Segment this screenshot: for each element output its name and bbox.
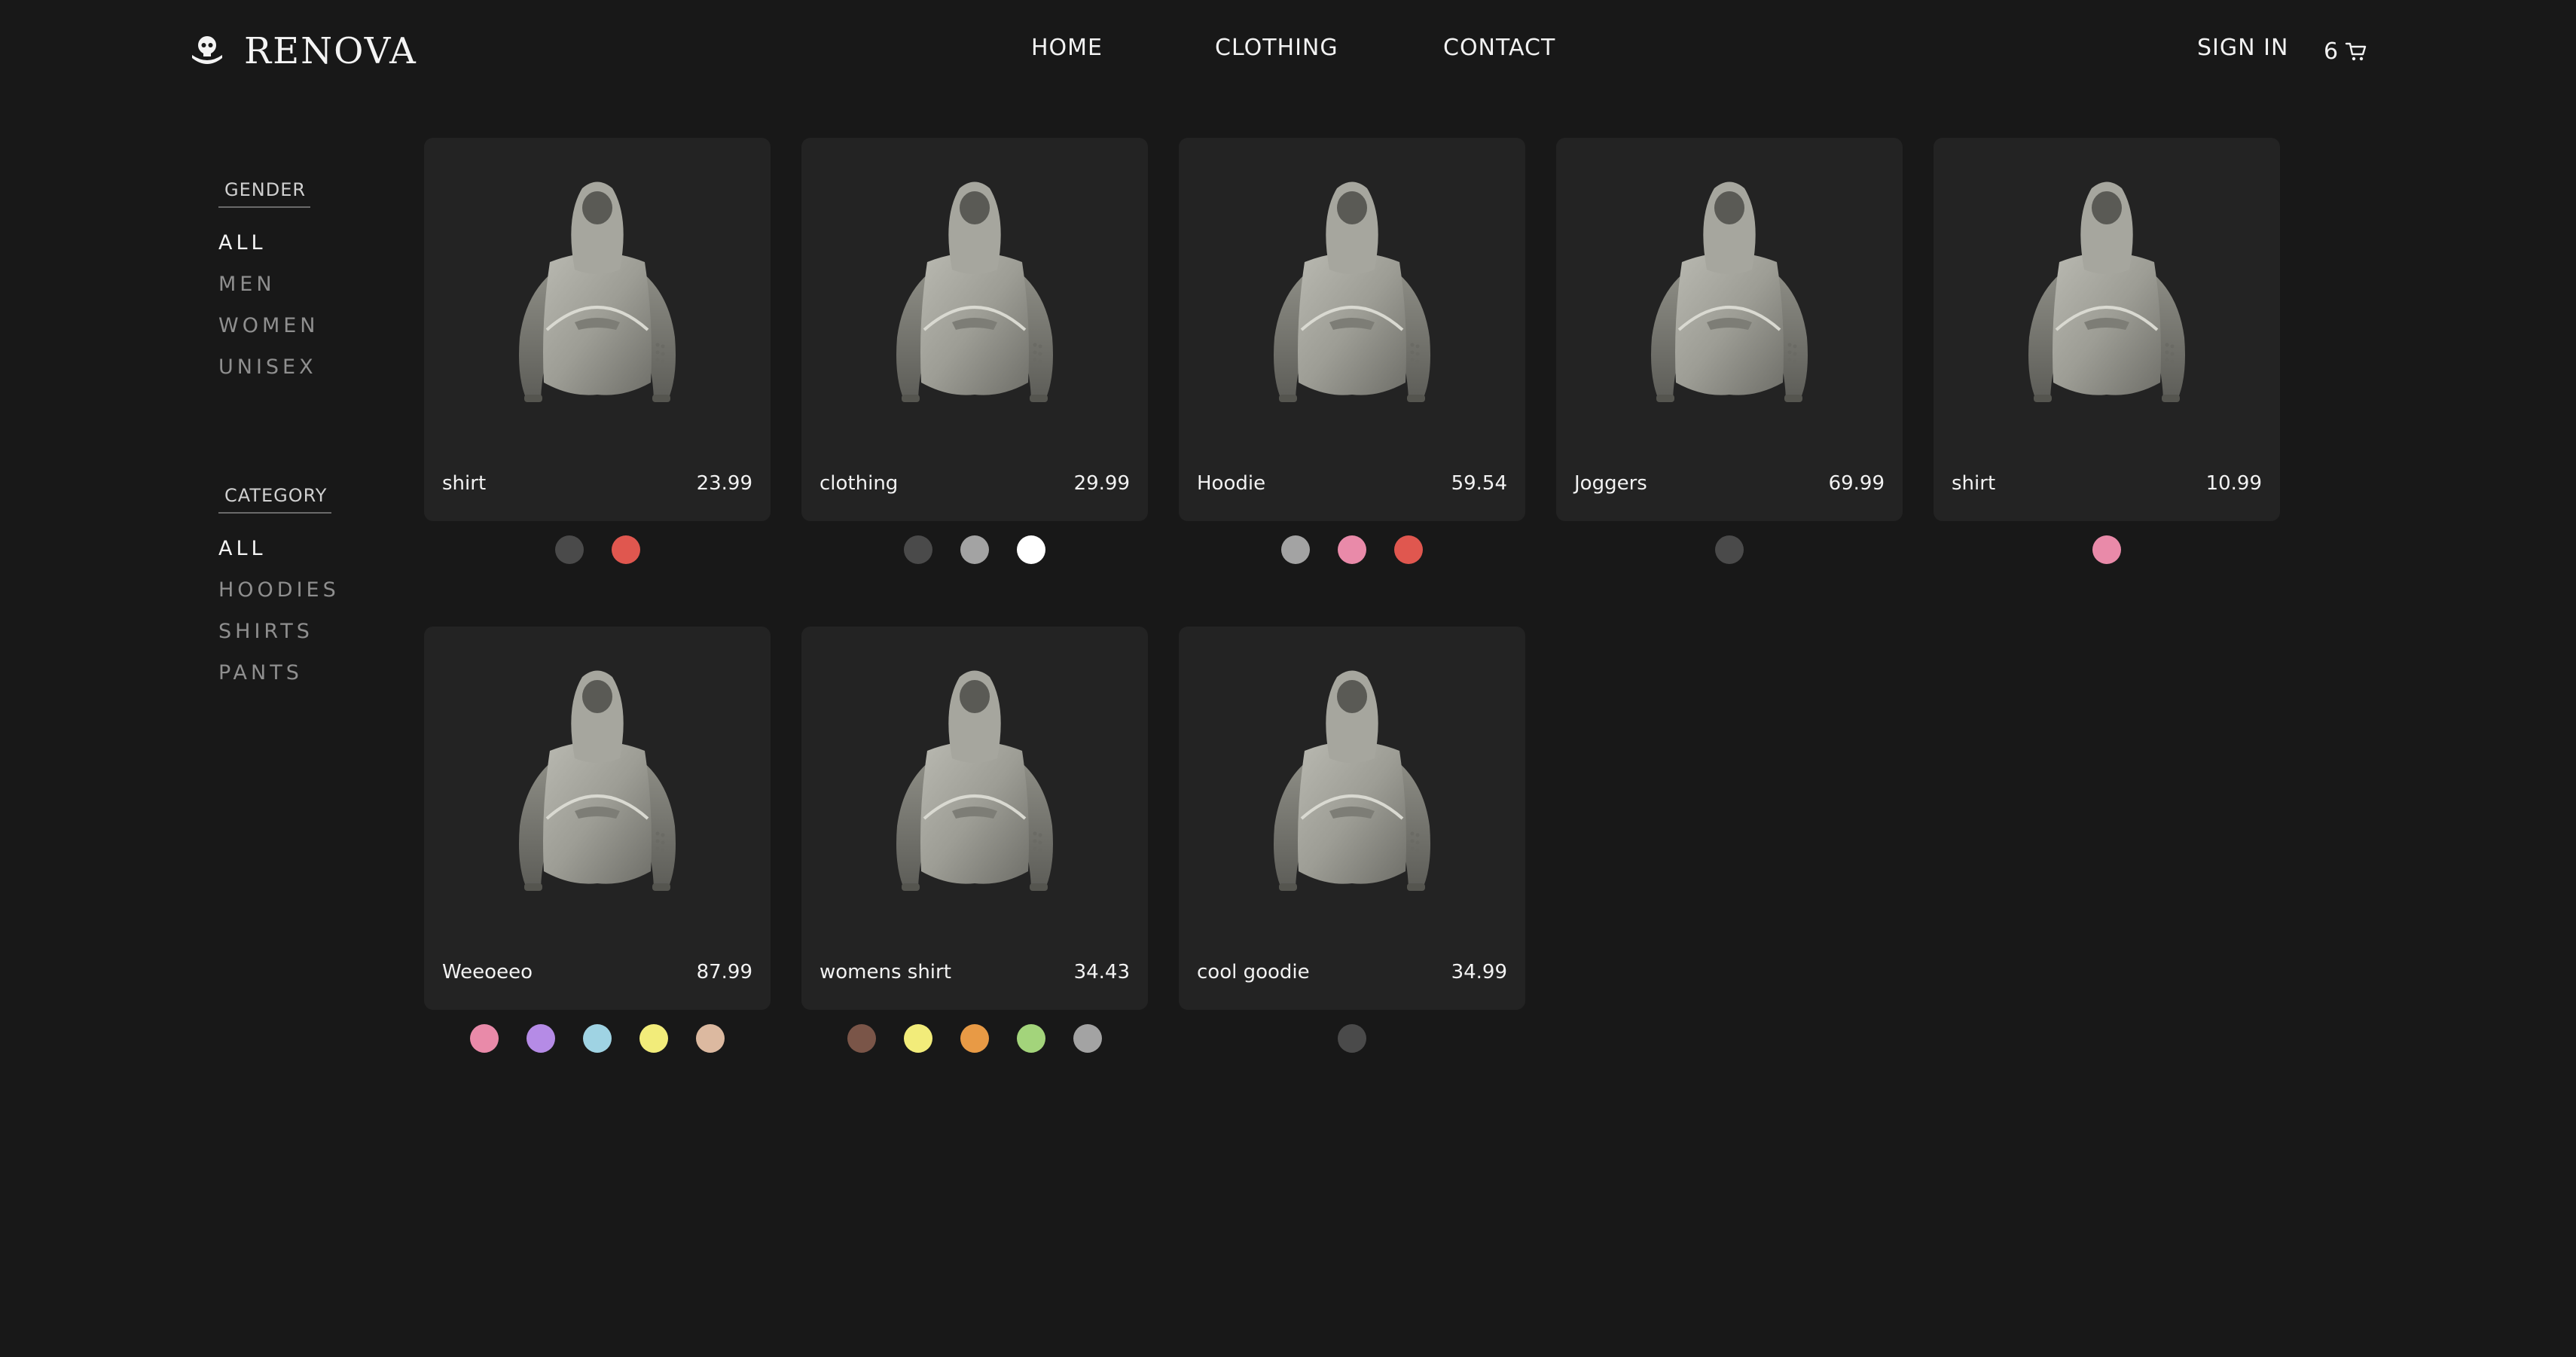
filter-category-all[interactable]: ALL — [218, 536, 392, 578]
filter-category-hoodies[interactable]: HOODIES — [218, 578, 392, 619]
color-swatches — [1179, 535, 1525, 566]
product-card[interactable]: Weeoeeo 87.99 — [424, 627, 771, 1010]
color-swatch[interactable] — [1394, 535, 1423, 564]
product-price: 29.99 — [1073, 472, 1130, 495]
product-grid: shirt 23.99 clothing 29.99 Hoodie 59.54 … — [424, 138, 2285, 1053]
product-name: Joggers — [1574, 472, 1647, 495]
product-item: clothing 29.99 — [801, 138, 1148, 564]
cart-icon — [2345, 42, 2367, 61]
product-item: Hoodie 59.54 — [1179, 138, 1525, 564]
product-name: womens shirt — [819, 961, 951, 983]
product-image — [2013, 172, 2201, 413]
product-price: 34.99 — [1451, 961, 1507, 983]
product-image — [1635, 172, 1824, 413]
product-card[interactable]: womens shirt 34.43 — [801, 627, 1148, 1010]
color-swatch[interactable] — [696, 1024, 725, 1053]
filter-gender-women[interactable]: WOMEN — [218, 313, 392, 355]
product-name: cool goodie — [1197, 961, 1310, 983]
site-header: RENOVA HOME CLOTHING CONTACT SIGN IN 6 — [0, 0, 2576, 101]
color-swatch[interactable] — [1281, 535, 1310, 564]
product-item: shirt 10.99 — [1934, 138, 2280, 564]
color-swatch[interactable] — [1338, 535, 1366, 564]
product-image — [881, 660, 1069, 901]
product-price: 69.99 — [1828, 472, 1885, 495]
product-name: shirt — [442, 472, 487, 495]
color-swatches — [801, 1024, 1148, 1054]
color-swatch[interactable] — [1073, 1024, 1102, 1053]
color-swatch[interactable] — [611, 535, 640, 564]
color-swatches — [1556, 535, 1903, 566]
product-name: shirt — [1952, 472, 1996, 495]
color-swatch[interactable] — [904, 535, 932, 564]
filter-category-list: ALL HOODIES SHIRTS PANTS — [218, 536, 392, 702]
product-image — [503, 172, 691, 413]
filter-gender-unisex[interactable]: UNISEX — [218, 355, 392, 396]
product-item: cool goodie 34.99 — [1179, 627, 1525, 1053]
product-image — [1258, 660, 1446, 901]
color-swatches — [424, 1024, 771, 1054]
product-image — [503, 660, 691, 901]
filter-category: CATEGORY ALL HOODIES SHIRTS PANTS — [218, 485, 392, 702]
product-item: shirt 23.99 — [424, 138, 771, 564]
product-card[interactable]: cool goodie 34.99 — [1179, 627, 1525, 1010]
product-name: Weeoeeo — [442, 961, 533, 983]
product-name: clothing — [819, 472, 899, 495]
color-swatch[interactable] — [1017, 1024, 1045, 1053]
filter-category-pants[interactable]: PANTS — [218, 660, 392, 702]
product-card[interactable]: shirt 10.99 — [1934, 138, 2280, 521]
cart-count: 6 — [2324, 38, 2339, 65]
sign-in-link[interactable]: SIGN IN — [2197, 35, 2288, 61]
product-image — [881, 172, 1069, 413]
product-item: Joggers 69.99 — [1556, 138, 1903, 564]
product-card[interactable]: clothing 29.99 — [801, 138, 1148, 521]
color-swatch[interactable] — [1017, 535, 1045, 564]
product-item: Weeoeeo 87.99 — [424, 627, 771, 1053]
product-price: 23.99 — [696, 472, 752, 495]
color-swatch[interactable] — [904, 1024, 932, 1053]
product-card[interactable]: shirt 23.99 — [424, 138, 771, 521]
color-swatch[interactable] — [1715, 535, 1744, 564]
color-swatches — [424, 535, 771, 566]
color-swatch[interactable] — [960, 535, 989, 564]
filter-gender-all[interactable]: ALL — [218, 230, 392, 272]
product-card[interactable]: Joggers 69.99 — [1556, 138, 1903, 521]
product-price: 59.54 — [1451, 472, 1507, 495]
filter-category-title: CATEGORY — [218, 485, 332, 514]
main-nav: HOME CLOTHING CONTACT SIGN IN — [0, 35, 2576, 68]
nav-home[interactable]: HOME — [1031, 35, 1103, 61]
product-card[interactable]: Hoodie 59.54 — [1179, 138, 1525, 521]
product-name: Hoodie — [1197, 472, 1266, 495]
color-swatch[interactable] — [847, 1024, 876, 1053]
color-swatches — [801, 535, 1148, 566]
product-price: 87.99 — [696, 961, 752, 983]
nav-contact[interactable]: CONTACT — [1443, 35, 1555, 61]
color-swatch[interactable] — [1338, 1024, 1366, 1053]
filter-gender: GENDER ALL MEN WOMEN UNISEX — [218, 179, 392, 396]
color-swatches — [1934, 535, 2280, 566]
color-swatch[interactable] — [583, 1024, 612, 1053]
product-item: womens shirt 34.43 — [801, 627, 1148, 1053]
color-swatch[interactable] — [554, 535, 584, 564]
cart-button[interactable]: 6 — [2324, 35, 2368, 68]
product-image — [1258, 172, 1446, 413]
color-swatch[interactable] — [639, 1024, 668, 1053]
filter-gender-title: GENDER — [218, 179, 311, 208]
product-price: 34.43 — [1073, 961, 1130, 983]
color-swatches — [1179, 1024, 1525, 1054]
color-swatch[interactable] — [526, 1024, 555, 1053]
color-swatch[interactable] — [470, 1024, 499, 1053]
product-price: 10.99 — [2205, 472, 2262, 495]
nav-clothing[interactable]: CLOTHING — [1215, 35, 1338, 61]
color-swatch[interactable] — [960, 1024, 989, 1053]
color-swatch[interactable] — [2092, 535, 2121, 564]
filter-gender-men[interactable]: MEN — [218, 272, 392, 313]
filter-category-shirts[interactable]: SHIRTS — [218, 619, 392, 660]
filter-gender-list: ALL MEN WOMEN UNISEX — [218, 230, 392, 396]
